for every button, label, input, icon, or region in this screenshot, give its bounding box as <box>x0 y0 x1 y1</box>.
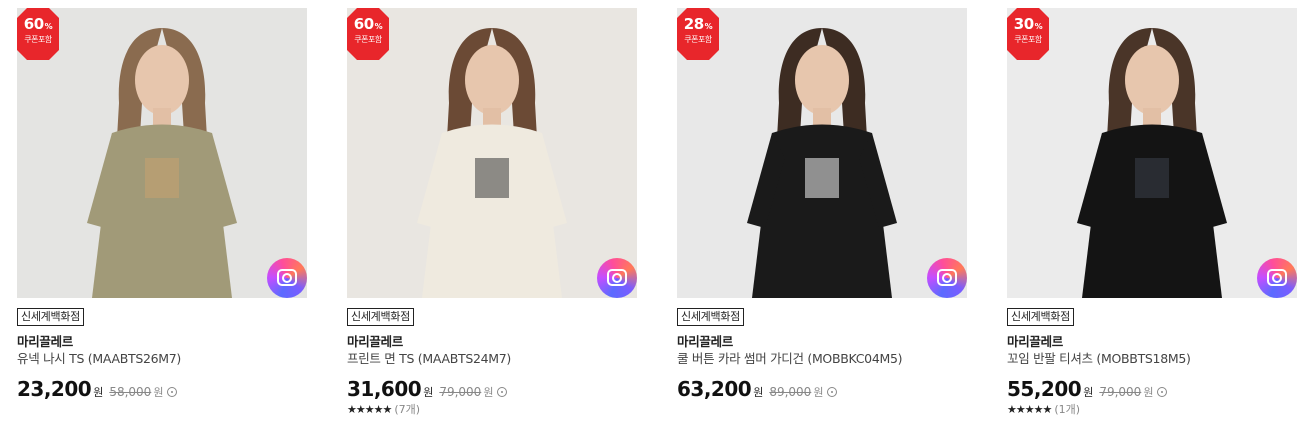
discount-percent: 28% <box>677 16 719 35</box>
garment-detail <box>475 158 509 198</box>
product-image[interactable]: 28% 쿠폰포함 <box>677 8 967 298</box>
product-name[interactable]: 프린트 면 TS (MAABTS24M7) <box>347 351 637 367</box>
original-price-unit: 원 <box>153 386 164 399</box>
review-count: (1개) <box>1054 403 1081 416</box>
sale-price-unit: 원 <box>753 386 764 399</box>
rating[interactable]: ★★★★★ (7개) <box>347 403 637 417</box>
store-badge: 신세계백화점 <box>347 308 414 326</box>
product-brand[interactable]: 마리끌레르 <box>1007 334 1297 349</box>
original-price: 58,000 <box>109 385 152 399</box>
product-card[interactable]: 60% 쿠폰포함 신세계백화점 마리끌레르 유넥 나시 TS (MAABTS26M… <box>17 8 307 401</box>
original-price-unit: 원 <box>813 386 824 399</box>
product-name[interactable]: 꼬임 반팔 티셔츠 (MOBBTS18M5) <box>1007 351 1297 367</box>
discount-percent: 60% <box>347 16 389 35</box>
price-info-icon[interactable] <box>827 387 838 397</box>
camera-lens-icon <box>612 273 622 283</box>
original-price-unit: 원 <box>483 386 494 399</box>
camera-search-icon[interactable] <box>927 258 967 298</box>
original-price: 79,000 <box>439 385 482 399</box>
sale-price: 55,200 <box>1007 377 1082 401</box>
model-photo <box>677 8 967 298</box>
discount-percent: 60% <box>17 16 59 35</box>
discount-value: 60 <box>353 15 374 33</box>
sale-price: 63,200 <box>677 377 752 401</box>
discount-badge: 60% 쿠폰포함 <box>17 8 59 60</box>
price-row: 55,200 원 79,000 원 <box>1007 377 1297 401</box>
product-card[interactable]: 60% 쿠폰포함 신세계백화점 마리끌레르 프린트 면 TS (MAABTS24M… <box>347 8 637 417</box>
sale-price: 23,200 <box>17 377 92 401</box>
product-image[interactable]: 30% 쿠폰포함 <box>1007 8 1297 298</box>
model-face <box>135 45 189 115</box>
rating-stars: ★★★★★ <box>1007 403 1052 416</box>
product-card[interactable]: 28% 쿠폰포함 신세계백화점 마리끌레르 쿨 버튼 카라 썸머 가디건 (MOB… <box>677 8 967 401</box>
discount-value: 28 <box>683 15 704 33</box>
store-badge: 신세계백화점 <box>17 308 84 326</box>
garment-detail <box>805 158 839 198</box>
model-face <box>465 45 519 115</box>
sale-price-unit: 원 <box>423 386 434 399</box>
percent-sign: % <box>44 22 53 31</box>
product-brand[interactable]: 마리끌레르 <box>677 334 967 349</box>
sale-price: 31,600 <box>347 377 422 401</box>
percent-sign: % <box>1034 22 1043 31</box>
coupon-included-label: 쿠폰포함 <box>24 35 52 44</box>
discount-badge: 30% 쿠폰포함 <box>1007 8 1049 60</box>
model-photo <box>347 8 637 298</box>
camera-search-icon[interactable] <box>597 258 637 298</box>
discount-percent: 30% <box>1007 16 1049 35</box>
product-image[interactable]: 60% 쿠폰포함 <box>347 8 637 298</box>
review-count: (7개) <box>394 403 421 416</box>
product-brand[interactable]: 마리끌레르 <box>17 334 307 349</box>
discount-badge: 28% 쿠폰포함 <box>677 8 719 60</box>
store-badge: 신세계백화점 <box>677 308 744 326</box>
model-face <box>795 45 849 115</box>
camera-lens-icon <box>282 273 292 283</box>
camera-lens-icon <box>942 273 952 283</box>
original-price: 89,000 <box>769 385 812 399</box>
model-photo <box>17 8 307 298</box>
product-name[interactable]: 유넥 나시 TS (MAABTS26M7) <box>17 351 307 367</box>
garment-detail <box>145 158 179 198</box>
rating-stars: ★★★★★ <box>347 403 392 416</box>
coupon-included-label: 쿠폰포함 <box>684 35 712 44</box>
camera-search-icon[interactable] <box>1257 258 1297 298</box>
price-row: 23,200 원 58,000 원 <box>17 377 307 401</box>
price-info-icon[interactable] <box>167 387 178 397</box>
product-image[interactable]: 60% 쿠폰포함 <box>17 8 307 298</box>
camera-search-icon[interactable] <box>267 258 307 298</box>
original-price: 79,000 <box>1099 385 1142 399</box>
coupon-included-label: 쿠폰포함 <box>1014 35 1042 44</box>
percent-sign: % <box>704 22 713 31</box>
store-badge: 신세계백화점 <box>1007 308 1074 326</box>
product-card[interactable]: 30% 쿠폰포함 신세계백화점 마리끌레르 꼬임 반팔 티셔츠 (MOBBTS18… <box>1007 8 1297 417</box>
sale-price-unit: 원 <box>1083 386 1094 399</box>
original-price-unit: 원 <box>1143 386 1154 399</box>
product-name[interactable]: 쿨 버튼 카라 썸머 가디건 (MOBBKC04M5) <box>677 351 967 367</box>
price-info-icon[interactable] <box>497 387 508 397</box>
model-face <box>1125 45 1179 115</box>
product-grid: 60% 쿠폰포함 신세계백화점 마리끌레르 유넥 나시 TS (MAABTS26M… <box>0 0 1305 444</box>
camera-lens-icon <box>1272 273 1282 283</box>
price-row: 31,600 원 79,000 원 <box>347 377 637 401</box>
discount-value: 30 <box>1013 15 1034 33</box>
product-brand[interactable]: 마리끌레르 <box>347 334 637 349</box>
sale-price-unit: 원 <box>93 386 104 399</box>
garment-detail <box>1135 158 1169 198</box>
coupon-included-label: 쿠폰포함 <box>354 35 382 44</box>
percent-sign: % <box>374 22 383 31</box>
price-info-icon[interactable] <box>1157 387 1168 397</box>
model-photo <box>1007 8 1297 298</box>
rating[interactable]: ★★★★★ (1개) <box>1007 403 1297 417</box>
discount-badge: 60% 쿠폰포함 <box>347 8 389 60</box>
discount-value: 60 <box>23 15 44 33</box>
price-row: 63,200 원 89,000 원 <box>677 377 967 401</box>
